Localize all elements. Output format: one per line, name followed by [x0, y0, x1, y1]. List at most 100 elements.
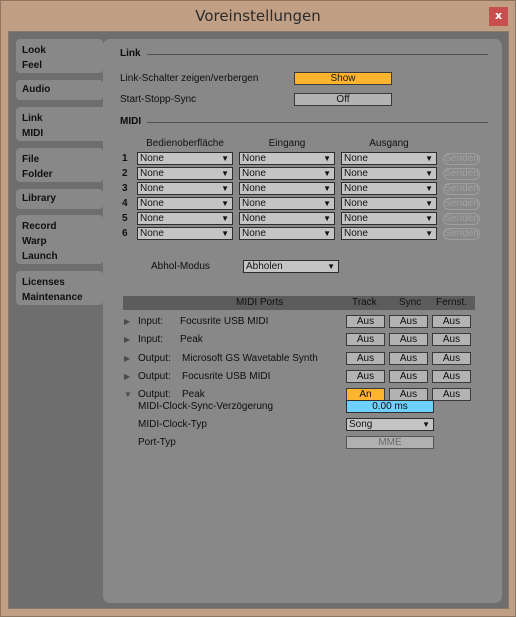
send-button[interactable]: Senden: [443, 183, 480, 195]
dropdown-arrow-icon: ▼: [327, 262, 335, 271]
send-button[interactable]: Senden: [443, 213, 480, 225]
sidebar-label: File: [22, 154, 40, 165]
send-button[interactable]: Senden: [443, 198, 480, 210]
clock-type-dropdown[interactable]: Song ▼: [346, 418, 434, 431]
port-type-value: MME: [346, 436, 434, 449]
surface-dropdown[interactable]: None ▼: [137, 182, 233, 195]
track-toggle[interactable]: Aus: [346, 333, 385, 346]
sidebar-item-audio[interactable]: Audio: [16, 80, 103, 100]
output-dropdown[interactable]: None ▼: [341, 182, 437, 195]
output-dropdown[interactable]: None ▼: [341, 167, 437, 180]
track-toggle[interactable]: Aus: [346, 352, 385, 365]
surface-dropdown[interactable]: None ▼: [137, 197, 233, 210]
sidebar-item-look-feel[interactable]: Look Feel: [16, 39, 103, 73]
input-dropdown[interactable]: None ▼: [239, 197, 335, 210]
input-dropdown[interactable]: None ▼: [239, 152, 335, 165]
sync-toggle[interactable]: Aus: [389, 333, 428, 346]
row-number: 6: [122, 228, 128, 239]
sync-toggle[interactable]: Aus: [389, 352, 428, 365]
link-show-switch-label: Link-Schalter zeigen/verbergen: [120, 73, 259, 84]
settings-panel: Link Link-Schalter zeigen/verbergen Show…: [103, 39, 502, 603]
expand-arrow-icon[interactable]: ▶: [124, 372, 130, 381]
remote-toggle[interactable]: Aus: [432, 333, 471, 346]
dropdown-arrow-icon: ▼: [323, 169, 331, 178]
dropdown-arrow-icon: ▼: [425, 154, 433, 163]
sidebar-item-file-folder[interactable]: File Folder: [16, 148, 103, 182]
send-button[interactable]: Senden: [443, 153, 480, 165]
link-show-switch-button[interactable]: Show: [294, 72, 392, 85]
dropdown-value: None: [242, 168, 266, 179]
sidebar-label: Audio: [22, 84, 51, 95]
dropdown-value: None: [140, 153, 164, 164]
dropdown-arrow-icon: ▼: [422, 420, 430, 429]
dropdown-value: None: [344, 228, 368, 239]
sidebar-item-library[interactable]: Library: [16, 189, 103, 209]
dropdown-arrow-icon: ▼: [425, 199, 433, 208]
takeover-mode-dropdown[interactable]: Abholen ▼: [243, 260, 339, 273]
dropdown-arrow-icon: ▼: [221, 199, 229, 208]
port-type-label: Port-Typ: [138, 437, 176, 448]
dropdown-arrow-icon: ▼: [323, 154, 331, 163]
output-dropdown[interactable]: None ▼: [341, 197, 437, 210]
dropdown-arrow-icon: ▼: [221, 154, 229, 163]
port-name: Focusrite USB MIDI: [180, 316, 269, 327]
expand-arrow-icon[interactable]: ▶: [124, 354, 130, 363]
title-bar[interactable]: Voreinstellungen x: [1, 1, 515, 32]
send-button[interactable]: Senden: [443, 168, 480, 180]
expand-arrow-icon[interactable]: ▶: [124, 317, 130, 326]
dropdown-value: None: [140, 183, 164, 194]
sync-toggle[interactable]: Aus: [389, 370, 428, 383]
row-number: 3: [122, 183, 128, 194]
remote-toggle[interactable]: Aus: [432, 352, 471, 365]
start-stop-sync-button[interactable]: Off: [294, 93, 392, 106]
dropdown-value: None: [344, 183, 368, 194]
surface-dropdown[interactable]: None ▼: [137, 152, 233, 165]
input-dropdown[interactable]: None ▼: [239, 182, 335, 195]
sync-toggle[interactable]: Aus: [389, 315, 428, 328]
output-dropdown[interactable]: None ▼: [341, 227, 437, 240]
surface-dropdown[interactable]: None ▼: [137, 212, 233, 225]
expand-arrow-icon[interactable]: ▶: [124, 335, 130, 344]
clock-type-label: MIDI-Clock-Typ: [138, 419, 207, 430]
remote-toggle[interactable]: Aus: [432, 388, 471, 401]
port-type: Output:: [138, 353, 171, 364]
track-toggle[interactable]: Aus: [346, 315, 385, 328]
ports-col-name: MIDI Ports: [236, 297, 284, 308]
sidebar-item-link-midi[interactable]: Link MIDI: [16, 107, 111, 141]
surface-dropdown[interactable]: None ▼: [137, 227, 233, 240]
ports-col-remote: Fernst.: [436, 297, 468, 308]
remote-toggle[interactable]: Aus: [432, 315, 471, 328]
port-type: Output:: [138, 371, 171, 382]
collapse-arrow-icon[interactable]: ▼: [124, 390, 132, 399]
ports-col-track: Track: [352, 297, 377, 308]
input-dropdown[interactable]: None ▼: [239, 227, 335, 240]
dropdown-value: None: [344, 198, 368, 209]
remote-toggle[interactable]: Aus: [432, 370, 471, 383]
midi-ports-header: MIDI Ports Track Sync Fernst.: [123, 296, 475, 310]
track-toggle[interactable]: Aus: [346, 370, 385, 383]
dropdown-value: None: [140, 228, 164, 239]
port-name: Peak: [182, 389, 205, 400]
surface-dropdown[interactable]: None ▼: [137, 167, 233, 180]
port-type: Input:: [138, 316, 164, 327]
input-dropdown[interactable]: None ▼: [239, 167, 335, 180]
dropdown-arrow-icon: ▼: [323, 184, 331, 193]
sidebar-label: Link: [22, 113, 43, 124]
link-section-title: Link: [120, 48, 141, 59]
sidebar-item-record-warp-launch[interactable]: Record Warp Launch: [16, 215, 103, 264]
sidebar-label: Licenses: [22, 277, 65, 288]
col-header-output: Ausgang: [369, 138, 409, 149]
dropdown-arrow-icon: ▼: [425, 184, 433, 193]
row-number: 5: [122, 213, 128, 224]
sidebar-label: Library: [22, 193, 56, 204]
send-button[interactable]: Senden: [443, 228, 480, 240]
output-dropdown[interactable]: None ▼: [341, 152, 437, 165]
sidebar-label: Folder: [22, 169, 53, 180]
clock-sync-delay-field[interactable]: 0.00 ms: [346, 400, 434, 413]
sidebar-item-licenses-maintenance[interactable]: Licenses Maintenance: [16, 271, 103, 305]
close-button[interactable]: x: [489, 7, 508, 26]
dropdown-arrow-icon: ▼: [425, 214, 433, 223]
dropdown-value: Song: [349, 419, 373, 430]
output-dropdown[interactable]: None ▼: [341, 212, 437, 225]
input-dropdown[interactable]: None ▼: [239, 212, 335, 225]
